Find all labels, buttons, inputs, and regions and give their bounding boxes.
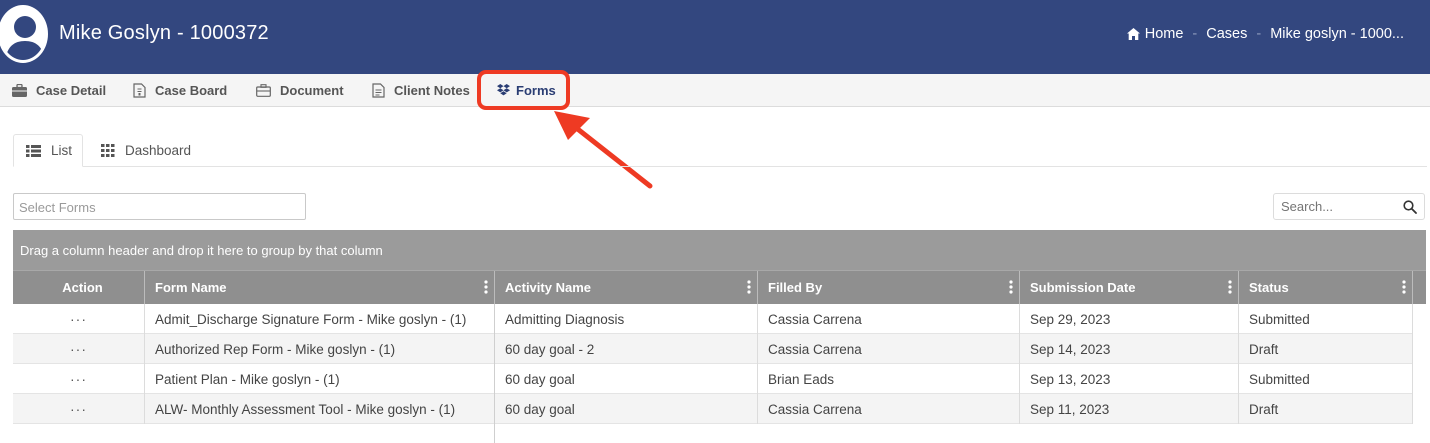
column-menu-icon[interactable] [1009,280,1013,294]
tab-document[interactable]: Document [256,74,344,106]
row-action-menu[interactable]: ··· [13,304,145,334]
cell-submission-date: Sep 29, 2023 [1020,304,1239,334]
cell-status: Submitted [1239,364,1413,394]
cell-activity-name: Admitting Diagnosis [495,304,758,334]
column-menu-icon[interactable] [1228,280,1232,294]
column-menu-icon[interactable] [484,280,488,294]
column-header-label: Status [1249,280,1289,295]
home-icon [1126,28,1140,40]
column-menu-icon[interactable] [747,280,751,294]
cell-form-name: Patient Plan - Mike goslyn - (1) [145,364,495,394]
grid-header: Action Form Name Activity Name Filled By… [13,270,1426,304]
column-header-activity-name[interactable]: Activity Name [495,271,758,304]
cell-submission-date: Sep 14, 2023 [1020,334,1239,364]
cell-filled-by: Brian Eads [758,364,1020,394]
group-by-drop-zone[interactable]: Drag a column header and drop it here to… [13,230,1426,270]
briefcase-icon [12,83,27,97]
row-action-menu[interactable]: ··· [13,364,145,394]
cell-status: Draft [1239,394,1413,424]
column-header-label: Form Name [155,280,227,295]
table-row[interactable]: ··· Admit_Discharge Signature Form - Mik… [13,304,1413,334]
avatar[interactable] [0,5,48,63]
cell-status: Draft [1239,334,1413,364]
case-tab-bar: Case Detail Case Board Document Client N… [0,74,1430,107]
folder-briefcase-icon [256,83,271,97]
cell-submission-date: Sep 13, 2023 [1020,364,1239,394]
subtab-label: List [51,143,73,158]
page-title: Mike Goslyn - 1000372 [59,22,269,44]
cell-submission-date: Sep 11, 2023 [1020,394,1239,424]
cell-form-name: Admit_Discharge Signature Form - Mike go… [145,304,495,334]
tab-label: Client Notes [394,82,470,98]
breadcrumb-separator: - [1192,26,1198,42]
cell-filled-by: Cassia Carrena [758,334,1020,364]
cell-filled-by: Cassia Carrena [758,304,1020,334]
document-icon [133,82,146,98]
column-header-form-name[interactable]: Form Name [145,271,495,304]
column-header-action[interactable]: Action [13,271,145,304]
tab-case-detail[interactable]: Case Detail [12,74,106,106]
search-box [1273,193,1425,220]
tab-case-board[interactable]: Case Board [133,74,227,106]
annotation-highlight-box [477,70,570,110]
column-header-filled-by[interactable]: Filled By [758,271,1020,304]
column-header-label: Filled By [768,280,823,295]
cell-form-name: Authorized Rep Form - Mike goslyn - (1) [145,334,495,364]
cell-filled-by: Cassia Carrena [758,394,1020,424]
table-row[interactable]: ··· Authorized Rep Form - Mike goslyn - … [13,334,1413,364]
column-header-label: Action [62,280,103,295]
column-header-label: Submission Date [1030,280,1136,295]
column-menu-icon[interactable] [1402,280,1406,294]
grid-icon [101,144,115,157]
column-header-submission-date[interactable]: Submission Date [1020,271,1239,304]
search-icon[interactable] [1403,200,1417,214]
select-forms-dropdown[interactable]: Select Forms [13,193,306,220]
view-subtabs: List Dashboard [13,134,1427,167]
cell-activity-name: 60 day goal - 2 [495,334,758,364]
tab-client-notes[interactable]: Client Notes [372,74,470,106]
breadcrumb-home[interactable]: Home [1145,26,1184,42]
case-header: Mike Goslyn - 1000372 Home - Cases - Mik… [0,0,1430,74]
breadcrumb: Home - Cases - Mike goslyn - 1000... [1126,26,1404,42]
list-icon [26,144,41,157]
tab-label: Case Detail [36,82,107,98]
subtab-dashboard[interactable]: Dashboard [101,134,191,167]
subtab-label: Dashboard [125,143,192,158]
cell-status: Submitted [1239,304,1413,334]
tab-label: Case Board [155,82,228,98]
row-action-menu[interactable]: ··· [13,334,145,364]
breadcrumb-current-case: Mike goslyn - 1000... [1270,26,1404,42]
table-row[interactable]: ··· Patient Plan - Mike goslyn - (1) 60 … [13,364,1413,394]
notes-icon [372,82,385,98]
column-header-status[interactable]: Status [1239,271,1413,304]
table-row[interactable]: ··· ALW- Monthly Assessment Tool - Mike … [13,394,1413,424]
column-header-label: Activity Name [505,280,591,295]
cell-form-name: ALW- Monthly Assessment Tool - Mike gosl… [145,394,495,424]
search-input[interactable] [1274,194,1394,219]
cell-activity-name: 60 day goal [495,394,758,424]
breadcrumb-separator: - [1256,26,1262,42]
row-action-menu[interactable]: ··· [13,394,145,424]
subtab-list[interactable]: List [13,134,83,167]
tab-label: Document [280,82,344,98]
breadcrumb-cases[interactable]: Cases [1206,26,1247,42]
cell-activity-name: 60 day goal [495,364,758,394]
column-divider [494,304,495,443]
